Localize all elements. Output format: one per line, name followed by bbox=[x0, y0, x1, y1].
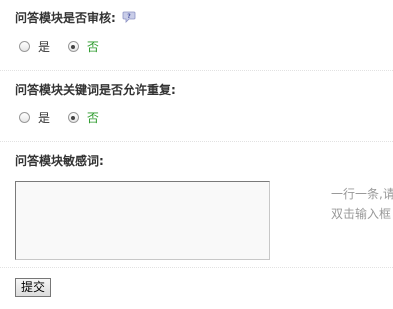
hint-line-1: 一行一条,请 bbox=[331, 187, 393, 201]
duplicate-option-no[interactable]: 否 bbox=[67, 109, 99, 126]
review-radio-group: 是 否 bbox=[19, 38, 113, 54]
radio-button[interactable] bbox=[19, 41, 30, 52]
duplicate-option-yes[interactable]: 是 bbox=[19, 109, 50, 126]
help-icon[interactable]: ? bbox=[122, 11, 136, 23]
hint-line-2: 双击输入框 bbox=[331, 207, 392, 221]
sensitive-words-input[interactable] bbox=[15, 181, 270, 260]
review-setting-title: 问答模块是否审核: ? bbox=[15, 9, 136, 26]
radio-button[interactable] bbox=[67, 112, 79, 123]
duplicate-keyword-title: 问答模块关键词是否允许重复: bbox=[15, 83, 176, 97]
radio-label: 否 bbox=[86, 111, 99, 125]
duplicate-radio-group: 是 否 bbox=[19, 109, 113, 125]
sensitive-words-hint: 一行一条,请 双击输入框 bbox=[331, 184, 393, 224]
radio-label: 是 bbox=[38, 40, 51, 54]
sensitive-words-title: 问答模块敏感词: bbox=[15, 154, 104, 168]
radio-button[interactable] bbox=[67, 41, 79, 52]
review-setting-label: 问答模块是否审核: bbox=[15, 11, 116, 25]
review-option-yes[interactable]: 是 bbox=[19, 38, 50, 55]
review-option-no[interactable]: 否 bbox=[67, 38, 99, 55]
svg-text:?: ? bbox=[127, 13, 131, 20]
review-setting-section: 问答模块是否审核: ? 是 否 bbox=[0, 0, 393, 71]
submit-button[interactable]: 提交 bbox=[15, 278, 52, 297]
radio-label: 是 bbox=[38, 111, 51, 125]
radio-label: 否 bbox=[86, 40, 99, 54]
sensitive-words-section: 问答模块敏感词: 一行一条,请 双击输入框 bbox=[0, 142, 393, 268]
radio-button[interactable] bbox=[19, 112, 30, 123]
duplicate-keyword-section: 问答模块关键词是否允许重复: 是 否 bbox=[0, 71, 393, 142]
